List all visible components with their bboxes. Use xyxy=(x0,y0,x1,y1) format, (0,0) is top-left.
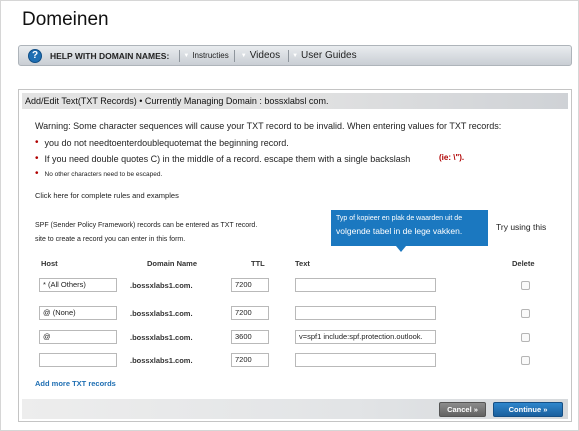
caret-down-icon: ▼ xyxy=(183,52,190,59)
domain-cell: .bossxlabs1.com. xyxy=(130,333,193,342)
text-input[interactable] xyxy=(295,278,436,292)
header-host: Host xyxy=(41,259,58,268)
warning-bullet: • If you need double quotes C) in the mi… xyxy=(35,153,411,165)
spf-try-link[interactable]: Try using this xyxy=(496,222,546,232)
ttl-input[interactable]: 7200 xyxy=(231,278,269,292)
caret-down-icon: ▼ xyxy=(292,52,299,59)
warning-text: Warning: Some character sequences will c… xyxy=(35,121,502,131)
bullet-icon: • xyxy=(35,168,39,179)
ttl-input[interactable]: 7200 xyxy=(231,353,269,367)
help-link-label: Videos xyxy=(249,50,281,61)
callout-line-2: volgende tabel in de lege vakken. xyxy=(336,225,463,236)
txt-records-panel: Add/Edit Text(TXT Records) • Currently M… xyxy=(18,89,572,422)
rules-link[interactable]: Click here for complete rules and exampl… xyxy=(35,191,179,200)
callout-line-1: Typ of kopieer en plak de waarden uit de xyxy=(336,215,463,222)
add-more-records-link[interactable]: Add more TXT records xyxy=(35,379,116,388)
panel-footer xyxy=(22,399,568,419)
spf-info-text-2: site to create a record you can enter in… xyxy=(35,236,186,243)
help-link-videos[interactable]: ▼ Videos xyxy=(241,50,280,61)
caret-down-icon: ▼ xyxy=(240,52,247,59)
delete-checkbox[interactable] xyxy=(521,281,530,290)
delete-checkbox[interactable] xyxy=(521,356,530,365)
help-link-label: User Guides xyxy=(301,50,357,61)
host-input[interactable]: @ (None) xyxy=(39,306,117,320)
bullet-text: If you need double quotes C) in the midd… xyxy=(44,154,411,164)
domain-cell: .bossxlabs1.com. xyxy=(130,309,193,318)
help-divider xyxy=(233,49,235,62)
warning-bullet: • you do not needtoenterdoublequotemat t… xyxy=(35,137,289,149)
bullet-icon: • xyxy=(35,137,39,148)
help-title: HELP WITH DOMAIN NAMES: xyxy=(50,50,170,61)
host-input[interactable] xyxy=(39,353,117,367)
ttl-input[interactable]: 3600 xyxy=(231,330,269,344)
help-divider xyxy=(288,49,290,62)
help-icon[interactable]: ? xyxy=(28,48,42,63)
panel-header: Add/Edit Text(TXT Records) • Currently M… xyxy=(22,93,568,109)
help-link-instructions[interactable]: ▼ Instructies xyxy=(183,51,228,60)
delete-checkbox[interactable] xyxy=(521,333,530,342)
delete-checkbox[interactable] xyxy=(521,309,530,318)
domain-cell: .bossxlabs1.com. xyxy=(130,356,193,365)
escape-example: (ie: \"). xyxy=(439,153,465,162)
bullet-icon: • xyxy=(35,153,39,164)
ttl-input[interactable]: 7200 xyxy=(231,306,269,320)
host-input[interactable]: * (All Others) xyxy=(39,278,117,292)
header-text: Text xyxy=(295,259,310,268)
text-input[interactable]: v=spf1 include:spf.protection.outlook. xyxy=(295,330,436,344)
header-domain: Domain Name xyxy=(147,259,198,268)
spf-info-text: SPF (Sender Policy Framework) records ca… xyxy=(35,222,258,229)
domain-cell: .bossxlabs1.com. xyxy=(130,281,193,290)
cancel-button[interactable]: Cancel » xyxy=(439,402,486,417)
help-divider xyxy=(179,49,181,62)
page-title: Domeinen xyxy=(22,9,109,30)
text-input[interactable] xyxy=(295,306,436,320)
instruction-callout: Typ of kopieer en plak de waarden uit de… xyxy=(331,210,488,246)
bullet-text: you do not needtoenterdoublequotemat the… xyxy=(44,138,289,148)
text-input[interactable] xyxy=(295,353,436,367)
host-input[interactable]: @ xyxy=(39,330,117,344)
help-bar: ? HELP WITH DOMAIN NAMES: ▼ Instructies … xyxy=(18,45,572,66)
help-link-label: Instructies xyxy=(192,51,229,60)
help-link-user-guides[interactable]: ▼ User Guides xyxy=(292,50,357,61)
header-delete: Delete xyxy=(512,259,535,268)
warning-bullet: • No other characters need to be escaped… xyxy=(35,169,162,179)
header-ttl: TTL xyxy=(251,259,265,268)
bullet-text: No other characters need to be escaped. xyxy=(44,170,163,178)
continue-button[interactable]: Continue » xyxy=(493,402,563,417)
callout-pointer xyxy=(396,246,406,252)
